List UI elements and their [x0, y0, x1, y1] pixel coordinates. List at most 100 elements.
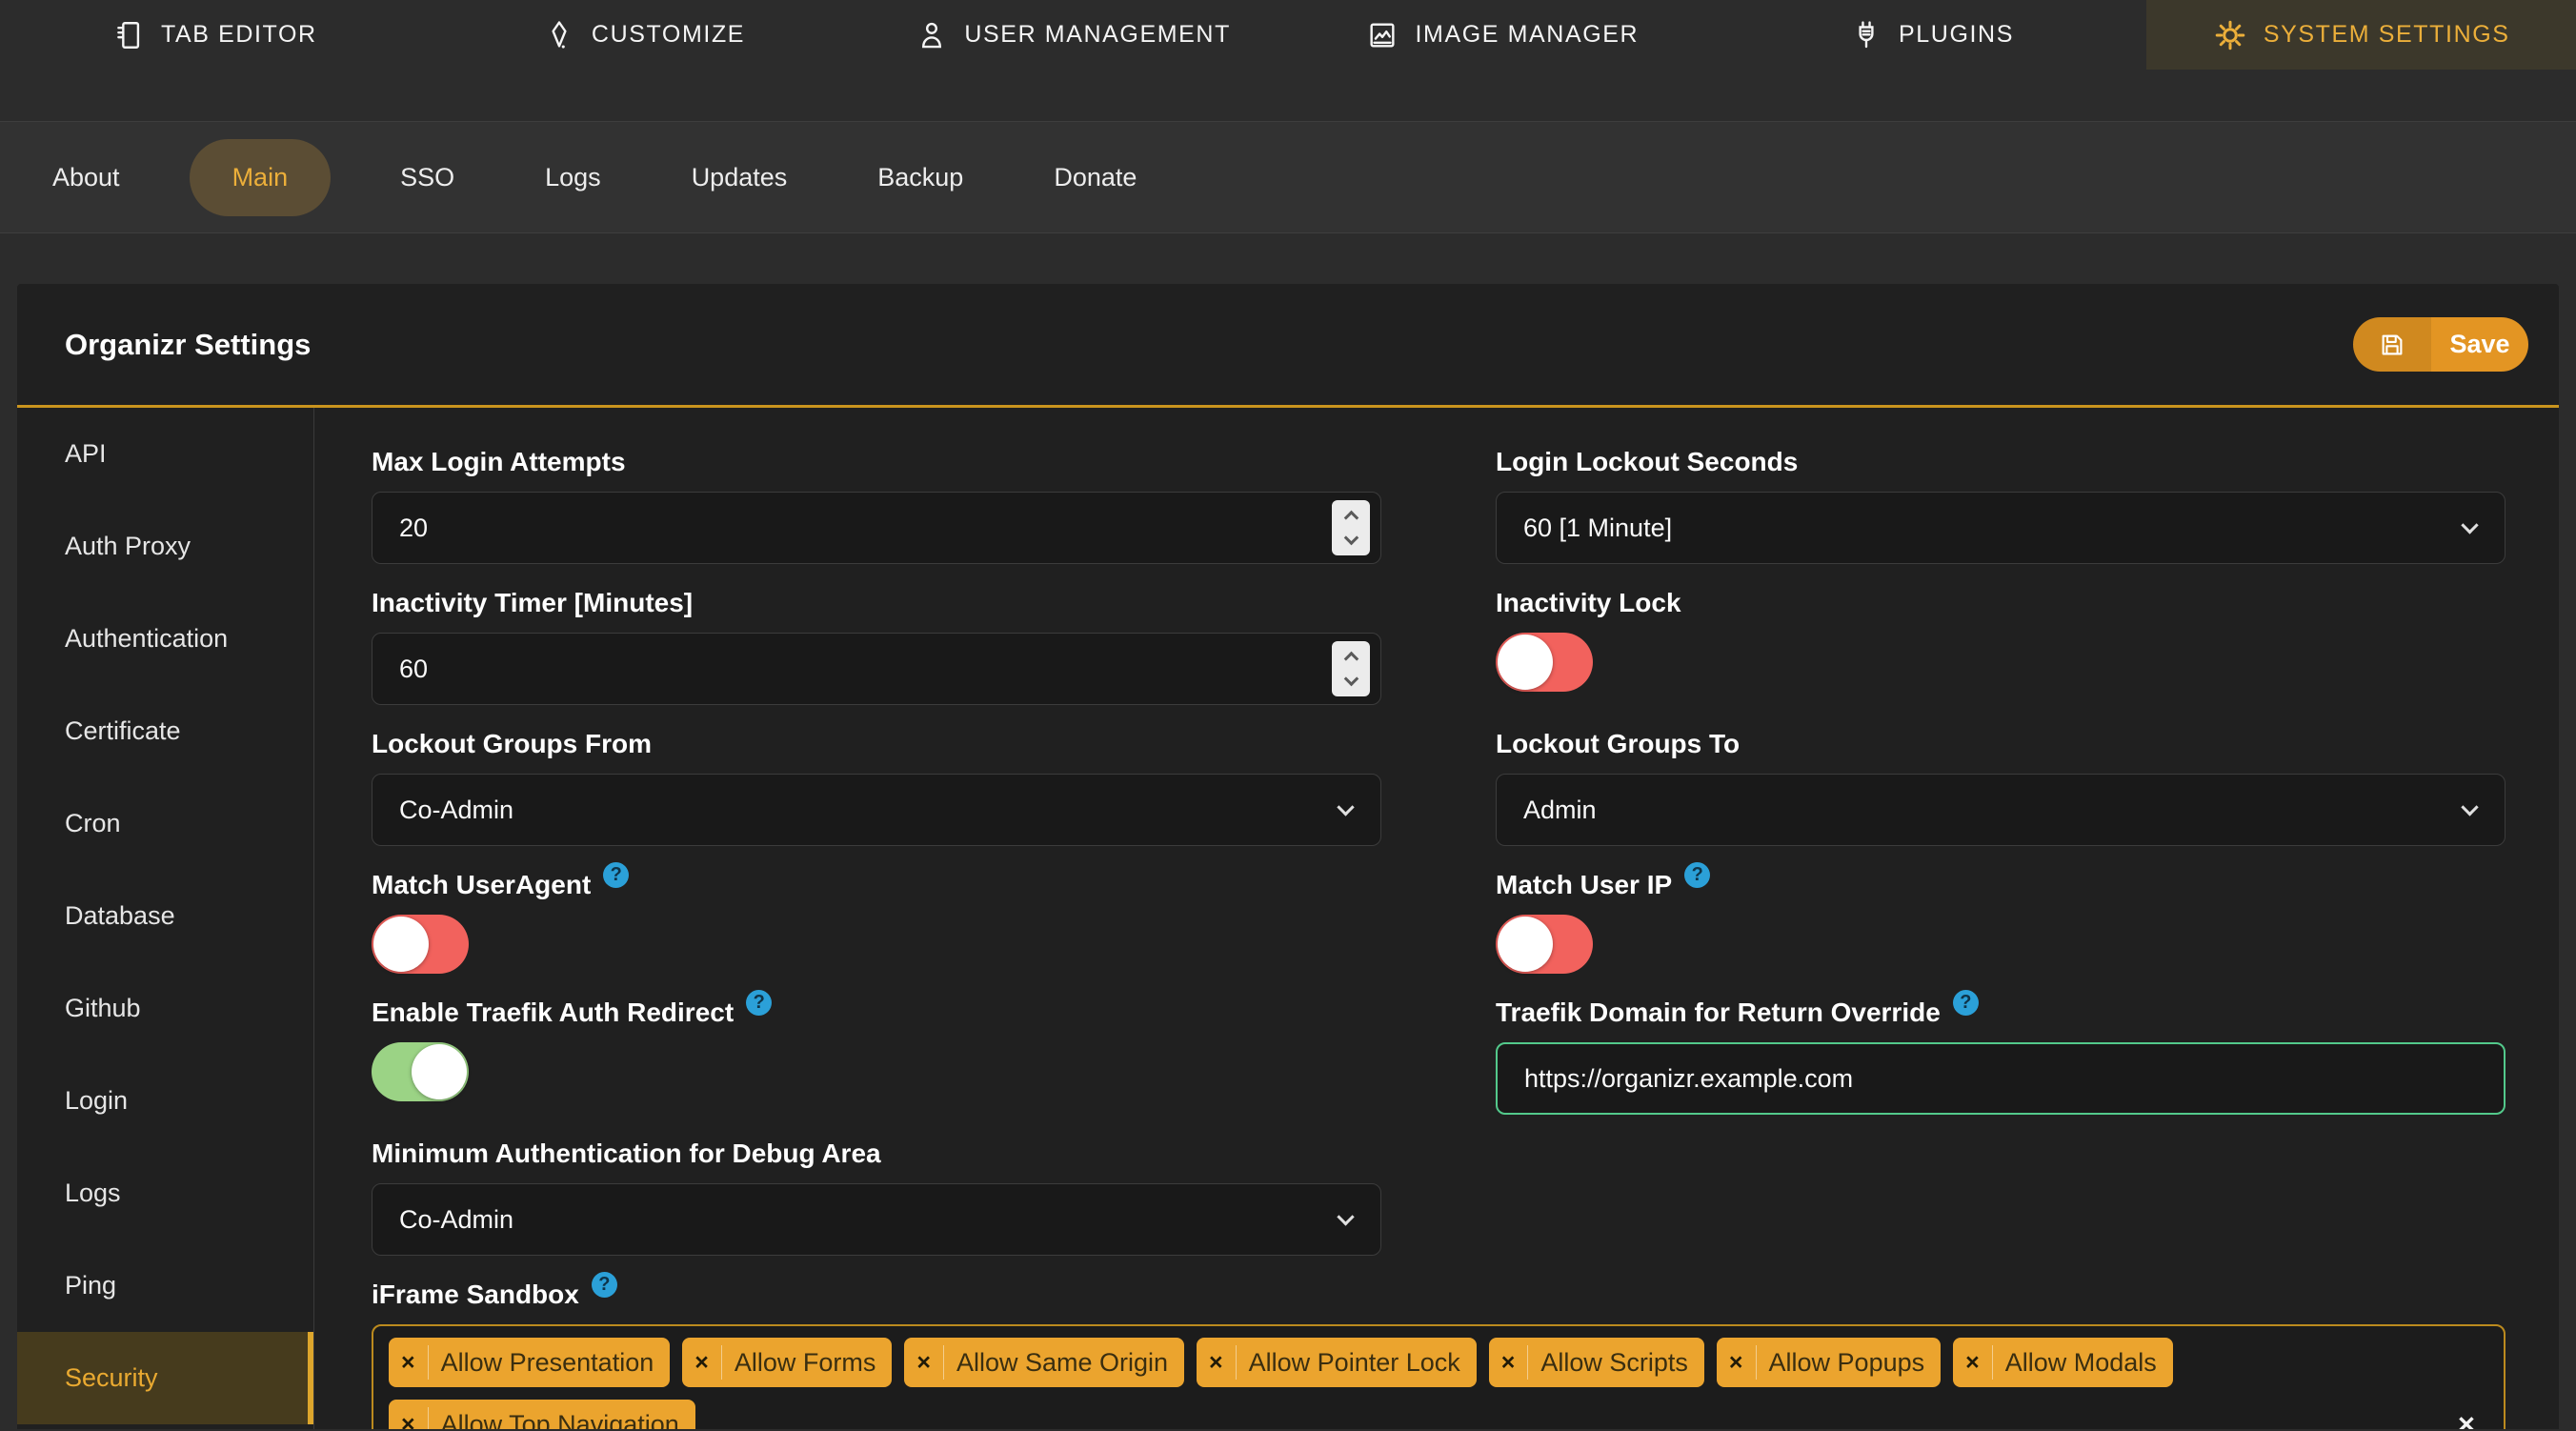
- toggle-knob: [373, 917, 429, 972]
- user-icon: [916, 19, 948, 51]
- customize-icon: [543, 19, 575, 51]
- top-nav-item-user-management[interactable]: USER MANAGEMENT: [858, 0, 1288, 70]
- sub-nav-item-donate[interactable]: Donate: [1054, 163, 1137, 192]
- sidebar-item-cron[interactable]: Cron: [17, 777, 313, 870]
- toggle-knob: [1498, 917, 1553, 972]
- sidebar-item-authentication[interactable]: Authentication: [17, 593, 313, 685]
- traefik-domain-override-input[interactable]: [1496, 1042, 2506, 1115]
- spinner-up-icon[interactable]: [1343, 651, 1358, 667]
- number-spinner[interactable]: [1332, 641, 1370, 696]
- tag-remove-icon[interactable]: ×: [904, 1349, 943, 1377]
- field-label: Inactivity Timer [Minutes]: [372, 588, 694, 617]
- field-traefik-domain-override: Traefik Domain for Return Override ?: [1496, 990, 2506, 1115]
- toggle-knob: [412, 1044, 467, 1099]
- tag-remove-icon[interactable]: ×: [389, 1349, 428, 1377]
- field-label: Lockout Groups From: [372, 729, 652, 758]
- tag-remove-icon[interactable]: ×: [389, 1411, 428, 1430]
- spinner-up-icon[interactable]: [1343, 510, 1358, 526]
- top-nav-label: CUSTOMIZE: [591, 21, 746, 48]
- top-nav-item-system-settings[interactable]: SYSTEM SETTINGS: [2146, 0, 2576, 70]
- sidebar-item-certificate[interactable]: Certificate: [17, 685, 313, 777]
- sub-nav-item-sso[interactable]: SSO: [400, 163, 454, 192]
- top-nav-label: PLUGINS: [1899, 21, 2014, 48]
- field-label: Traefik Domain for Return Override ?: [1496, 990, 2506, 1029]
- clear-all-tags-icon[interactable]: ×: [2445, 1407, 2488, 1429]
- help-icon[interactable]: ?: [1684, 862, 1711, 888]
- chevron-down-icon: [2461, 798, 2479, 816]
- field-iframe-sandbox: iFrame Sandbox ? × Allow Presentation × …: [372, 1272, 2506, 1429]
- settings-sub-nav: About Main SSO Logs Updates Backup Donat…: [0, 121, 2576, 233]
- top-nav-item-customize[interactable]: CUSTOMIZE: [430, 0, 859, 70]
- field-label: Match User IP ?: [1496, 862, 2506, 901]
- field-max-login-attempts: Max Login Attempts: [372, 446, 1381, 564]
- organizr-settings-panel: Organizr Settings Save API Auth Proxy Au…: [17, 284, 2559, 1429]
- save-button[interactable]: Save: [2353, 317, 2528, 372]
- field-label: Lockout Groups To: [1496, 729, 1741, 758]
- field-inactivity-timer: Inactivity Timer [Minutes]: [372, 587, 1381, 705]
- tag-remove-icon[interactable]: ×: [1953, 1349, 1992, 1377]
- save-button-label: Save: [2431, 317, 2528, 372]
- tag-remove-icon[interactable]: ×: [1717, 1349, 1756, 1377]
- field-min-auth-debug: Minimum Authentication for Debug Area Co…: [372, 1138, 1381, 1256]
- chevron-down-icon: [1337, 798, 1355, 816]
- sidebar-item-security[interactable]: Security: [17, 1332, 313, 1424]
- gear-icon: [2213, 18, 2247, 52]
- selected-value: Co-Admin: [399, 1204, 514, 1234]
- inactivity-lock-toggle[interactable]: [1496, 633, 1593, 692]
- login-lockout-seconds-select[interactable]: 60 [1 Minute]: [1496, 492, 2506, 564]
- field-login-lockout-seconds: Login Lockout Seconds 60 [1 Minute]: [1496, 446, 2506, 564]
- match-useragent-toggle[interactable]: [372, 915, 469, 974]
- tag-allow-same-origin: × Allow Same Origin: [904, 1338, 1185, 1387]
- tag-remove-icon[interactable]: ×: [1197, 1349, 1236, 1377]
- sidebar-item-logs[interactable]: Logs: [17, 1147, 313, 1240]
- top-nav-label: TAB EDITOR: [160, 21, 317, 48]
- iframe-sandbox-multiselect[interactable]: × Allow Presentation × Allow Forms × All…: [372, 1324, 2506, 1429]
- help-icon[interactable]: ?: [746, 990, 773, 1016]
- sidebar-item-database[interactable]: Database: [17, 870, 313, 962]
- help-icon[interactable]: ?: [1952, 990, 1979, 1016]
- enable-traefik-auth-redirect-toggle[interactable]: [372, 1042, 469, 1101]
- top-nav-item-image-manager[interactable]: IMAGE MANAGER: [1288, 0, 1718, 70]
- lockout-groups-to-select[interactable]: Admin: [1496, 774, 2506, 846]
- match-user-ip-toggle[interactable]: [1496, 915, 1593, 974]
- chevron-down-icon: [2461, 516, 2479, 534]
- inactivity-timer-input[interactable]: [372, 633, 1381, 705]
- top-nav-item-tab-editor[interactable]: TAB EDITOR: [0, 0, 430, 70]
- sidebar-item-ping[interactable]: Ping: [17, 1240, 313, 1332]
- spinner-down-icon[interactable]: [1343, 530, 1358, 546]
- selected-value: 60 [1 Minute]: [1523, 513, 1673, 542]
- sub-nav-item-about[interactable]: About: [52, 163, 120, 192]
- top-nav-label: USER MANAGEMENT: [964, 21, 1231, 48]
- help-icon[interactable]: ?: [591, 1272, 617, 1298]
- sidebar-item-auth-proxy[interactable]: Auth Proxy: [17, 500, 313, 593]
- tag-remove-icon[interactable]: ×: [682, 1349, 721, 1377]
- lockout-groups-from-select[interactable]: Co-Admin: [372, 774, 1381, 846]
- field-lockout-groups-from: Lockout Groups From Co-Admin: [372, 728, 1381, 846]
- tag-allow-forms: × Allow Forms: [682, 1338, 893, 1387]
- top-nav-item-plugins[interactable]: PLUGINS: [1718, 0, 2147, 70]
- tag-allow-presentation: × Allow Presentation: [389, 1338, 671, 1387]
- tag-remove-icon[interactable]: ×: [1489, 1349, 1528, 1377]
- min-auth-debug-select[interactable]: Co-Admin: [372, 1183, 1381, 1256]
- security-settings-form: Max Login Attempts Login Lockout Seconds…: [314, 408, 2559, 1429]
- top-nav-label: SYSTEM SETTINGS: [2263, 21, 2510, 48]
- field-match-useragent: Match UserAgent ?: [372, 862, 1381, 974]
- sub-nav-item-main[interactable]: Main: [189, 138, 332, 216]
- selected-value: Admin: [1523, 795, 1597, 824]
- sub-nav-item-logs[interactable]: Logs: [545, 163, 601, 192]
- page-title: Organizr Settings: [65, 327, 312, 361]
- field-label: Minimum Authentication for Debug Area: [372, 1139, 881, 1168]
- sub-nav-item-updates[interactable]: Updates: [692, 163, 788, 192]
- sidebar-item-login[interactable]: Login: [17, 1055, 313, 1147]
- sidebar-item-github[interactable]: Github: [17, 962, 313, 1055]
- help-icon[interactable]: ?: [603, 862, 630, 888]
- sub-nav-item-backup[interactable]: Backup: [877, 163, 963, 192]
- panel-header: Organizr Settings Save: [17, 284, 2559, 408]
- field-enable-traefik-auth-redirect: Enable Traefik Auth Redirect ?: [372, 990, 1381, 1115]
- number-spinner[interactable]: [1332, 500, 1370, 555]
- sidebar-item-api[interactable]: API: [17, 408, 313, 500]
- toggle-knob: [1498, 635, 1553, 690]
- max-login-attempts-input[interactable]: [372, 492, 1381, 564]
- spinner-down-icon[interactable]: [1343, 671, 1358, 687]
